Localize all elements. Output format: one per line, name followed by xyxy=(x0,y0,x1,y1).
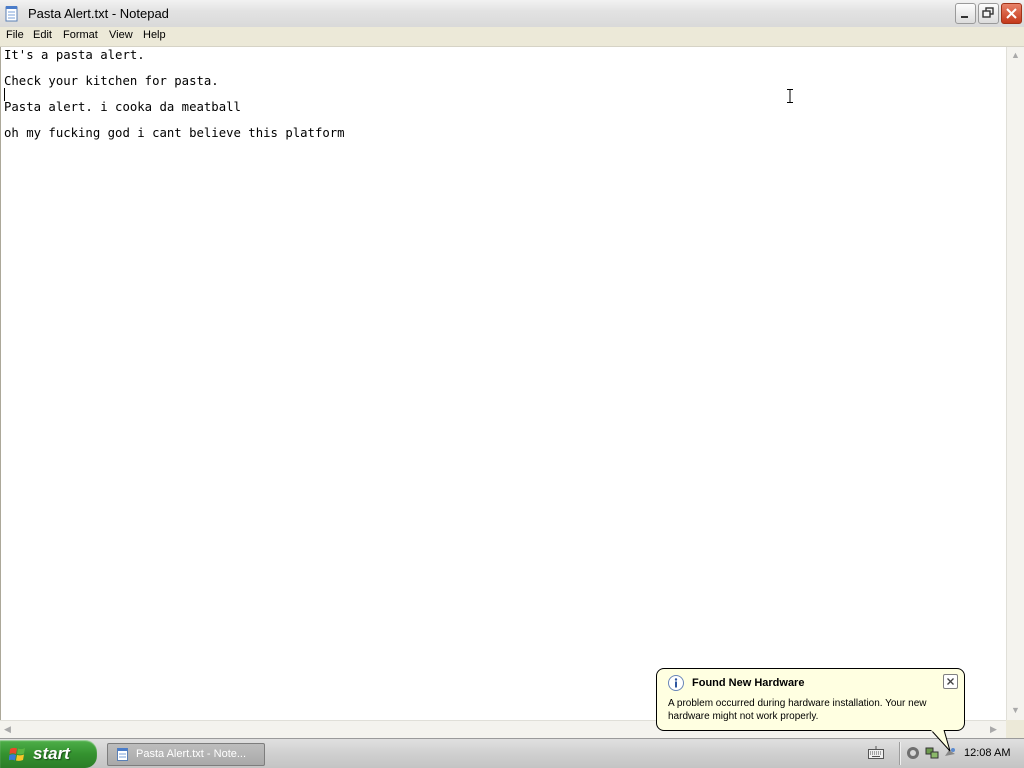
window-title: Pasta Alert.txt - Notepad xyxy=(28,6,169,21)
minimize-icon xyxy=(961,16,968,18)
balloon-message: A problem occurred during hardware insta… xyxy=(668,698,927,722)
start-button[interactable]: start xyxy=(0,740,97,768)
taskbar: start Pasta Alert.txt - Note... 12:08 AM xyxy=(0,738,1024,768)
balloon-tail xyxy=(930,730,951,752)
vertical-scrollbar[interactable]: ▲ ▼ xyxy=(1006,47,1024,720)
taskbar-button-label: Pasta Alert.txt - Note... xyxy=(136,748,247,760)
minimize-button[interactable] xyxy=(955,3,976,24)
text-editor[interactable]: It's a pasta alert. Check your kitchen f… xyxy=(0,47,1006,720)
scroll-left-icon[interactable]: ◀ xyxy=(4,724,11,735)
ibeam-cursor-icon xyxy=(787,89,793,103)
keyboard-icon[interactable] xyxy=(868,746,884,760)
restore-button[interactable] xyxy=(978,3,999,24)
scroll-up-icon[interactable]: ▲ xyxy=(1011,50,1020,60)
balloon-title: Found New Hardware xyxy=(692,677,805,689)
menu-view[interactable]: View xyxy=(107,29,135,41)
menu-format[interactable]: Format xyxy=(61,29,100,41)
editor-line: Check your kitchen for pasta. xyxy=(4,74,219,88)
notepad-icon xyxy=(117,748,128,761)
editor-line: It's a pasta alert. xyxy=(4,48,145,62)
info-icon xyxy=(668,675,684,691)
close-icon xyxy=(947,678,954,685)
close-icon xyxy=(1006,8,1017,19)
windows-logo-icon xyxy=(9,747,25,761)
notepad-icon xyxy=(5,6,18,22)
restore-icon xyxy=(982,7,994,18)
menu-help[interactable]: Help xyxy=(141,29,168,41)
clock[interactable]: 12:08 AM xyxy=(964,747,1010,759)
start-label: start xyxy=(33,744,70,763)
security-shield-icon[interactable] xyxy=(906,746,920,760)
close-button[interactable] xyxy=(1001,3,1022,24)
scroll-corner xyxy=(1006,720,1024,738)
editor-line: Pasta alert. i cooka da meatball xyxy=(4,100,241,114)
editor-line: oh my fucking god i cant believe this pl… xyxy=(4,126,345,140)
notification-balloon[interactable]: Found New Hardware A problem occurred du… xyxy=(656,668,965,731)
title-bar[interactable]: Pasta Alert.txt - Notepad xyxy=(0,0,1024,28)
scroll-right-icon[interactable]: ▶ xyxy=(990,724,997,735)
tray-divider xyxy=(899,742,901,765)
menu-bar: File Edit Format View Help xyxy=(0,27,1024,47)
taskbar-button-notepad[interactable]: Pasta Alert.txt - Note... xyxy=(107,743,265,766)
menu-file[interactable]: File xyxy=(4,29,26,41)
menu-edit[interactable]: Edit xyxy=(31,29,54,41)
scroll-down-icon[interactable]: ▼ xyxy=(1011,705,1020,715)
balloon-close-button[interactable] xyxy=(943,674,958,689)
